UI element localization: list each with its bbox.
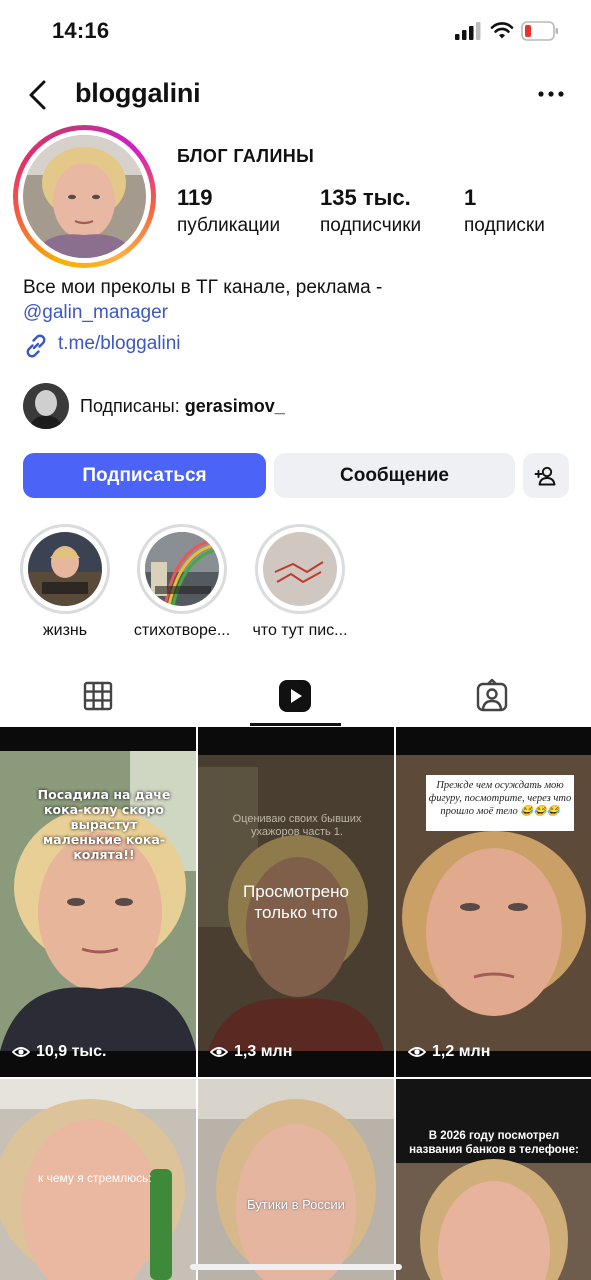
- highlight-label: стихотворе...: [133, 622, 231, 639]
- stat-following-label: подписки: [464, 215, 545, 236]
- stat-posts-number: 119: [177, 185, 213, 210]
- bio-mention-link[interactable]: @galin_manager: [23, 300, 568, 325]
- profile-link-text[interactable]: t.me/bloggalini: [58, 333, 181, 355]
- reel-thumbnail[interactable]: Посадила на даче кока-колу скоро вырасту…: [0, 727, 196, 1077]
- home-indicator: [190, 1264, 402, 1270]
- reels-icon[interactable]: [277, 678, 313, 714]
- followed-by-prefix: Подписаны:: [80, 396, 180, 416]
- link-icon: [26, 334, 46, 358]
- profile-avatar[interactable]: [13, 125, 156, 268]
- followed-by-row[interactable]: Подписаны: gerasimov_: [23, 383, 563, 429]
- reel-views: 1,3 млн: [210, 1043, 292, 1061]
- followed-by-user[interactable]: gerasimov_: [185, 396, 285, 416]
- highlight-cover: [145, 532, 219, 606]
- highlight-cover: [263, 532, 337, 606]
- reel-thumbnail[interactable]: Бутики в России: [198, 1079, 394, 1280]
- followed-by-avatar: [23, 383, 69, 429]
- active-tab-indicator: [250, 723, 341, 726]
- reel-thumbnail[interactable]: Прежде чем осуждать мою фигуру, посмотри…: [396, 727, 591, 1077]
- status-time: 14:16: [52, 18, 110, 43]
- reel-views: 10,9 тыс.: [12, 1043, 106, 1061]
- profile-tabs: [0, 668, 591, 726]
- grid-icon[interactable]: [80, 678, 116, 714]
- highlight-label: жизнь: [42, 622, 88, 639]
- reel-thumbnail[interactable]: к чему я стремлюсь:: [0, 1079, 196, 1280]
- reel-views-count: 1,2 млн: [432, 1043, 491, 1060]
- reel-watched-status: Просмотрено только что: [243, 882, 349, 922]
- profile-header: bloggalini: [0, 70, 591, 120]
- eye-icon: [408, 1047, 426, 1057]
- profile-display-name: БЛОГ ГАЛИНЫ: [177, 146, 315, 166]
- reel-views-count: 1,3 млн: [234, 1043, 293, 1060]
- reel-thumbnail[interactable]: Оцениваю своих бывших ухажоров часть 1. …: [198, 727, 394, 1077]
- avatar-photo: [23, 135, 146, 258]
- profile-bio: Все мои преколы в ТГ канале, реклама - @…: [23, 275, 568, 325]
- follow-button[interactable]: Подписаться: [23, 453, 266, 498]
- tagged-icon[interactable]: [474, 678, 510, 714]
- eye-icon: [12, 1047, 30, 1057]
- suggest-users-button[interactable]: [523, 453, 569, 498]
- reels-grid: Посадила на даче кока-колу скоро вырасту…: [0, 727, 591, 1280]
- highlight-story[interactable]: жизнь: [6, 524, 124, 640]
- stat-following[interactable]: 1 подписки: [464, 185, 545, 237]
- reel-views: 1,2 млн: [408, 1043, 490, 1061]
- status-bar: 14:16: [0, 0, 591, 62]
- back-arrow-icon[interactable]: [24, 78, 54, 112]
- stat-followers[interactable]: 135 тыс. подписчики: [320, 185, 421, 237]
- stat-followers-number: 135 тыс.: [320, 185, 411, 210]
- highlight-label: что тут пис...: [252, 622, 348, 639]
- add-user-icon: [534, 466, 556, 485]
- cellular-signal-icon: [455, 22, 481, 40]
- reel-thumbnail[interactable]: В 2026 году посмотрел названия банков в …: [396, 1079, 591, 1280]
- stat-followers-label: подписчики: [320, 215, 422, 236]
- highlight-story[interactable]: стихотворе...: [123, 524, 241, 640]
- reel-caption: Прежде чем осуждать мою фигуру, посмотри…: [428, 780, 572, 817]
- reel-views-count: 10,9 тыс.: [36, 1043, 107, 1060]
- highlight-cover: [28, 532, 102, 606]
- bio-text: Все мои преколы в ТГ канале, реклама -: [23, 277, 383, 298]
- reel-caption: Оцениваю своих бывших ухажоров часть 1.: [232, 813, 362, 838]
- highlight-story[interactable]: что тут пис...: [241, 524, 359, 640]
- more-options-icon[interactable]: [536, 84, 566, 104]
- followed-by-text: Подписаны: gerasimov_: [80, 396, 285, 417]
- reel-caption: Посадила на даче кока-колу скоро вырасту…: [37, 787, 171, 862]
- battery-low-icon: [521, 21, 558, 41]
- stat-following-number: 1: [464, 185, 477, 210]
- message-button[interactable]: Сообщение: [274, 453, 515, 498]
- reel-caption: к чему я стремлюсь:: [38, 1171, 152, 1185]
- eye-icon: [210, 1047, 228, 1057]
- profile-username: bloggalini: [75, 78, 201, 108]
- reel-caption: Бутики в России: [247, 1197, 345, 1212]
- stat-posts[interactable]: 119 публикации: [177, 185, 280, 237]
- stat-posts-label: публикации: [177, 215, 281, 236]
- wifi-icon: [490, 22, 514, 39]
- reel-caption: В 2026 году посмотрел названия банков в …: [409, 1130, 579, 1156]
